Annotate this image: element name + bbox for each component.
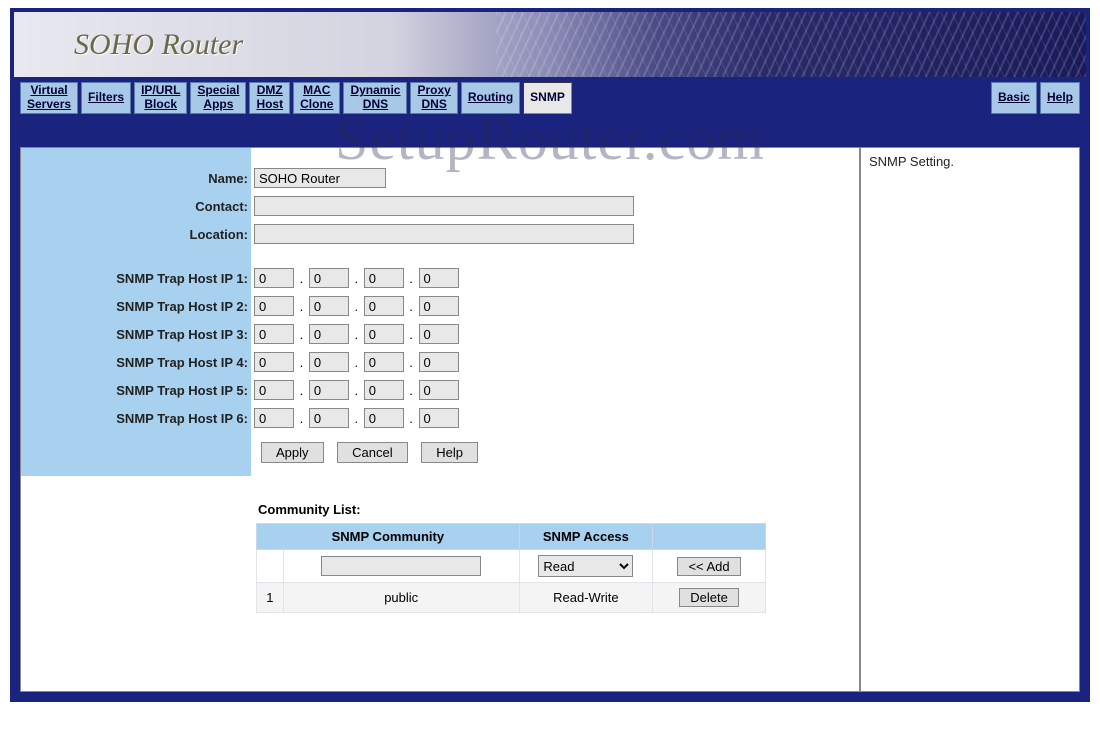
nav-basic[interactable]: Basic [991,82,1037,114]
trap-4-octet-4[interactable] [419,352,459,372]
community-header-community: SNMP Community [257,524,520,550]
community-access-select[interactable]: ReadRead-Write [538,555,633,577]
community-delete-button[interactable]: Delete [679,588,739,607]
community-table: SNMP Community SNMP Access ReadRead-Writ… [256,523,766,613]
help-button[interactable]: Help [421,442,478,463]
nav-proxy-dns[interactable]: ProxyDNS [410,82,457,114]
apply-button[interactable]: Apply [261,442,324,463]
trap-1-octet-1[interactable] [254,268,294,288]
nav-snmp[interactable]: SNMP [523,82,572,114]
location-input[interactable] [254,224,634,244]
label-trap-1: SNMP Trap Host IP 1: [21,264,251,292]
trap-2-octet-2[interactable] [309,296,349,316]
cancel-button[interactable]: Cancel [337,442,407,463]
nav-dmz-host[interactable]: DMZHost [249,82,290,114]
snmp-form-table: Name: Contact: Location: [21,148,637,432]
community-row-access: Read-Write [519,583,652,613]
trap-1-octet-3[interactable] [364,268,404,288]
trap-3-octet-4[interactable] [419,324,459,344]
trap-6-octet-2[interactable] [309,408,349,428]
trap-5-octet-2[interactable] [309,380,349,400]
community-row-name: public [283,583,519,613]
banner: SOHO Router [14,12,1086,77]
nav-bar: VirtualServersFiltersIP/URLBlockSpecialA… [14,77,1086,119]
trap-4-octet-2[interactable] [309,352,349,372]
community-header-action [653,524,766,550]
nav-filters[interactable]: Filters [81,82,131,114]
form-buttons: Apply Cancel Help [251,432,488,476]
content-row: Name: Contact: Location: [14,119,1086,698]
trap-6-octet-3[interactable] [364,408,404,428]
label-trap-6: SNMP Trap Host IP 6: [21,404,251,432]
trap-3-octet-1[interactable] [254,324,294,344]
trap-2-octet-1[interactable] [254,296,294,316]
help-panel: SNMP Setting. [860,147,1080,692]
trap-5-octet-1[interactable] [254,380,294,400]
trap-4-octet-3[interactable] [364,352,404,372]
trap-2-octet-3[interactable] [364,296,404,316]
community-list-title: Community List: [256,502,849,523]
nav-dynamic-dns[interactable]: DynamicDNS [343,82,407,114]
trap-2-octet-4[interactable] [419,296,459,316]
label-trap-2: SNMP Trap Host IP 2: [21,292,251,320]
contact-input[interactable] [254,196,634,216]
nav-virtual-servers[interactable]: VirtualServers [20,82,78,114]
main-panel: Name: Contact: Location: [20,147,860,692]
label-location: Location: [21,220,251,248]
trap-3-octet-3[interactable] [364,324,404,344]
trap-4-octet-1[interactable] [254,352,294,372]
form-sidebar-stub [21,432,251,476]
help-text: SNMP Setting. [869,154,954,169]
trap-3-octet-2[interactable] [309,324,349,344]
nav-ip-url-block[interactable]: IP/URLBlock [134,82,187,114]
trap-1-octet-2[interactable] [309,268,349,288]
trap-1-octet-4[interactable] [419,268,459,288]
label-trap-5: SNMP Trap Host IP 5: [21,376,251,404]
community-header-access: SNMP Access [519,524,652,550]
community-name-input[interactable] [321,556,481,576]
trap-5-octet-3[interactable] [364,380,404,400]
community-add-button[interactable]: << Add [677,557,740,576]
trap-6-octet-1[interactable] [254,408,294,428]
app-window: SOHO Router VirtualServersFiltersIP/URLB… [10,8,1090,702]
trap-6-octet-4[interactable] [419,408,459,428]
trap-5-octet-4[interactable] [419,380,459,400]
community-row-index: 1 [257,583,284,613]
nav-routing[interactable]: Routing [461,82,520,114]
label-trap-3: SNMP Trap Host IP 3: [21,320,251,348]
label-contact: Contact: [21,192,251,220]
banner-title: SOHO Router [74,28,243,62]
nav-mac-clone[interactable]: MACClone [293,82,340,114]
nav-help[interactable]: Help [1040,82,1080,114]
label-trap-4: SNMP Trap Host IP 4: [21,348,251,376]
label-name: Name: [21,164,251,192]
name-input[interactable] [254,168,386,188]
nav-special-apps[interactable]: SpecialApps [190,82,246,114]
